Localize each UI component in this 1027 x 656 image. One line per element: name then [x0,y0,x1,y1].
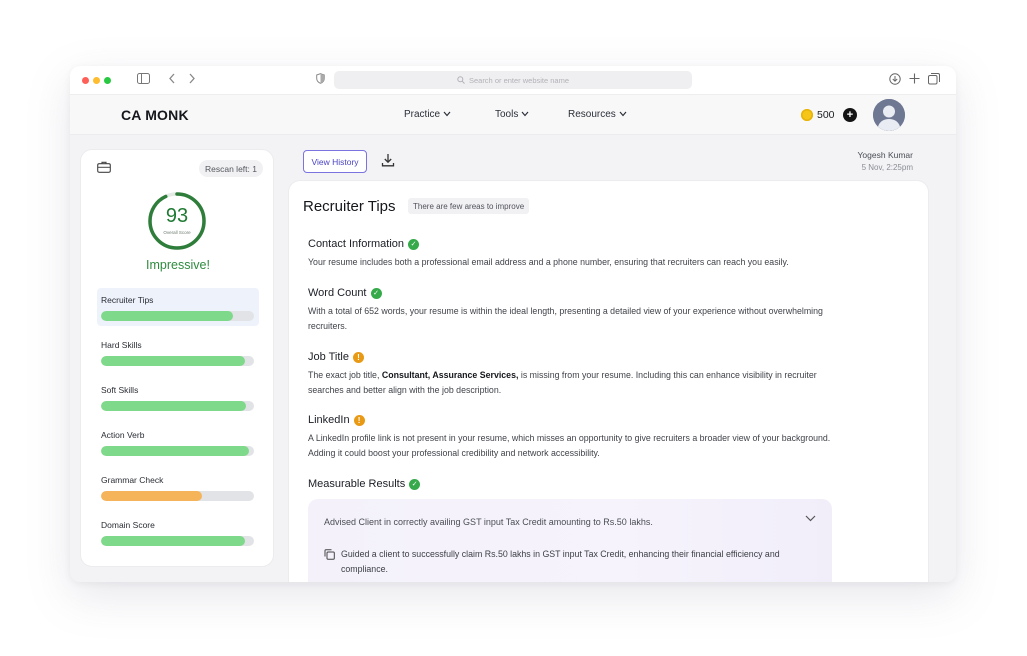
check-icon: ✓ [370,287,382,299]
category-grammar-check[interactable]: Grammar Check [97,468,259,506]
category-label: Recruiter Tips [101,295,154,305]
nav-resources-label: Resources [568,109,616,120]
coin-icon [801,109,813,121]
address-bar[interactable]: Search or enter website name [334,71,692,89]
section-linkedin: LinkedIn ! A LinkedIn profile link is no… [308,413,868,460]
user-icon [873,99,905,131]
maximize-window-button[interactable] [104,77,111,84]
nav-practice[interactable]: Practice [404,109,451,120]
measurable-result-card[interactable]: Advised Client in correctly availing GST… [308,499,832,582]
section-contact-information: Contact Information ✓ Your resume includ… [308,237,868,270]
browser-window: Search or enter website name CA MONK Pra… [70,66,956,582]
category-progress-track [101,536,254,546]
section-word-count: Word Count ✓ With a total of 652 words, … [308,286,868,333]
warning-icon: ! [353,414,365,426]
category-progress-fill [101,401,247,411]
browser-chrome: Search or enter website name [70,66,956,95]
recruiter-tips-panel: Recruiter Tips There are few areas to im… [288,180,929,582]
chevron-down-icon[interactable] [805,515,816,522]
section-body: A LinkedIn profile link is not present i… [308,433,831,458]
category-progress-fill [101,536,245,546]
back-icon[interactable] [168,73,176,87]
nav-tools-label: Tools [495,109,519,120]
category-progress-fill [101,491,202,501]
page-title: Recruiter Tips [303,198,396,215]
copy-icon[interactable] [324,549,335,560]
improvement-hint-badge: There are few areas to improve [408,198,530,214]
add-coins-button[interactable]: + [843,108,857,122]
overall-score-label: Overall Score [163,230,191,235]
top-navigation: CA MONK Practice Tools Resources 500 + [70,95,956,135]
section-job-title: Job Title ! The exact job title, Consult… [308,350,868,397]
minimize-window-button[interactable] [93,77,100,84]
category-progress-fill [101,446,250,456]
sidebar-toggle-icon[interactable] [137,73,150,87]
user-avatar[interactable] [873,99,905,131]
category-label: Domain Score [101,520,155,530]
result-suggestion: Guided a client to successfully claim Rs… [324,547,784,576]
category-label: Soft Skills [101,385,139,395]
section-title: Contact Information [308,238,404,250]
category-hard-skills[interactable]: Hard Skills [97,333,259,371]
category-label: Grammar Check [101,475,164,485]
new-tab-icon[interactable] [909,73,920,87]
category-domain-score[interactable]: Domain Score [97,513,259,551]
view-history-button[interactable]: View History [303,150,367,173]
warning-icon: ! [352,351,364,363]
category-recruiter-tips[interactable]: Recruiter Tips [97,288,259,326]
shield-icon[interactable] [316,73,325,87]
rescan-badge: Rescan left: 1 [199,160,263,177]
score-sidebar: Rescan left: 1 93 Overall Score Impressi… [80,149,274,567]
downloads-icon[interactable] [889,73,901,88]
category-progress-fill [101,311,233,321]
category-progress-track [101,401,254,411]
briefcase-icon[interactable] [97,161,111,173]
result-heading: Advised Client in correctly availing GST… [324,517,653,527]
result-suggestion-text: Guided a client to successfully claim Rs… [341,549,780,574]
section-title: Job Title [308,351,349,363]
category-label: Hard Skills [101,340,142,350]
category-progress-track [101,491,254,501]
section-measurable-results: Measurable Results ✓ [308,477,868,491]
section-title: Word Count [308,287,367,299]
nav-tools[interactable]: Tools [495,109,529,120]
nav-resources[interactable]: Resources [568,109,627,120]
coin-balance: 500 [817,109,835,121]
category-progress-track [101,446,254,456]
section-title: LinkedIn [308,414,350,426]
check-icon: ✓ [408,238,419,250]
category-progress-track [101,356,254,366]
category-action-verb[interactable]: Action Verb [97,423,259,461]
chevron-down-icon [619,111,627,117]
overall-score: 93 [165,205,189,227]
tab-overview-icon[interactable] [928,73,940,88]
job-title-highlight: Consultant, Assurance Services, [381,370,519,380]
section-body-text: The exact job title, [308,370,382,380]
brand-logo[interactable]: CA MONK [121,107,189,123]
category-soft-skills[interactable]: Soft Skills [97,378,259,416]
address-placeholder: Search or enter website name [468,75,570,85]
category-progress-fill [101,356,245,366]
category-label: Action Verb [101,430,145,440]
nav-practice-label: Practice [404,109,441,120]
chevron-down-icon [443,111,451,117]
chevron-down-icon [521,111,529,117]
check-icon: ✓ [409,478,421,490]
download-icon[interactable] [381,153,395,167]
search-icon [457,76,465,84]
forward-icon[interactable] [188,73,196,87]
category-progress-track [101,311,254,321]
section-title: Measurable Results [308,478,406,490]
user-name: Yogesh Kumar [857,150,913,160]
section-body: Your resume includes both a professional… [308,257,789,267]
section-body: The exact job title, Consultant, Assuran… [308,368,838,397]
close-window-button[interactable] [82,77,89,84]
section-body: With a total of 652 words, your resume i… [308,306,823,331]
score-verdict: Impressive! [146,258,210,272]
scan-date: 5 Nov, 2:25pm [861,163,913,172]
